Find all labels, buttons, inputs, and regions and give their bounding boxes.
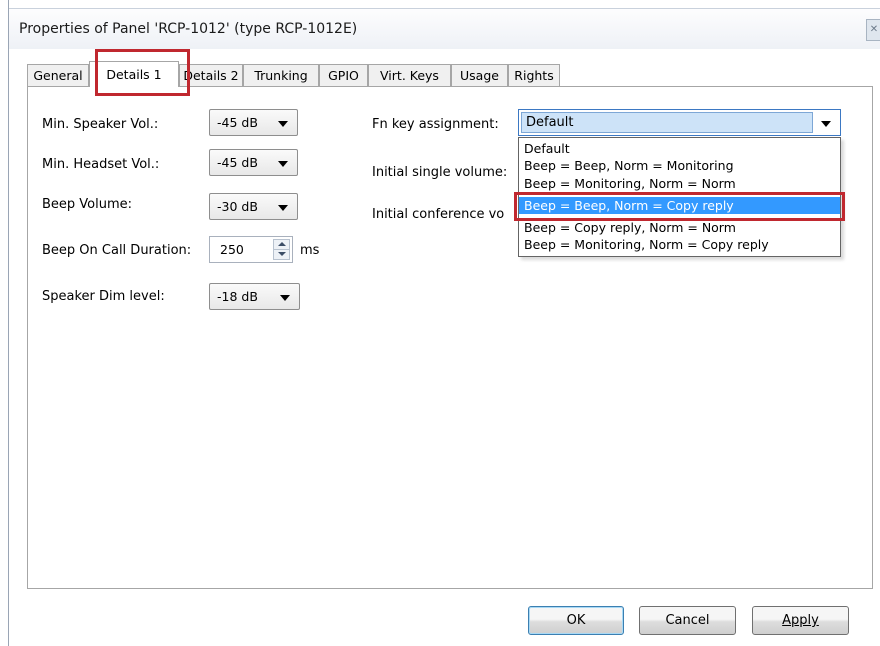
chevron-down-icon (280, 295, 290, 301)
dropdown-option[interactable]: Beep = Copy reply, Norm = Norm (519, 219, 840, 236)
chevron-down-icon (821, 121, 831, 127)
beep-on-call-duration-label: Beep On Call Duration: (42, 243, 192, 258)
fn-key-assignment-select[interactable]: Default (518, 109, 841, 136)
min-headset-vol-label: Min. Headset Vol.: (42, 157, 160, 172)
fn-key-selected-value: Default (521, 112, 813, 133)
cancel-button[interactable]: Cancel (639, 606, 736, 635)
speaker-dim-level-select[interactable]: -18 dB (209, 283, 300, 310)
tab-usage[interactable]: Usage (451, 64, 508, 86)
tab-trunking[interactable]: Trunking (243, 64, 319, 86)
option-annotation-highlight (514, 192, 845, 221)
dropdown-option[interactable]: Beep = Monitoring, Norm = Copy reply (519, 236, 840, 253)
chevron-down-icon (278, 205, 288, 211)
window-title: Properties of Panel 'RCP-1012' (type RCP… (19, 21, 358, 37)
tab-virt-keys[interactable]: Virt. Keys (368, 64, 451, 86)
tab-gpio[interactable]: GPIO (319, 64, 368, 86)
min-speaker-vol-select[interactable]: -45 dB (209, 109, 298, 136)
fn-key-assignment-label: Fn key assignment: (372, 117, 499, 132)
beep-duration-unit: ms (300, 243, 320, 258)
title-bar: Properties of Panel 'RCP-1012' (type RCP… (9, 8, 880, 49)
dropdown-option[interactable]: Beep = Beep, Norm = Monitoring (519, 157, 840, 174)
apply-button[interactable]: Apply (752, 606, 849, 635)
dropdown-option[interactable]: Beep = Monitoring, Norm = Norm (519, 175, 840, 192)
initial-single-volume-label: Initial single volume: (372, 165, 508, 180)
min-speaker-vol-value: -45 dB (217, 115, 258, 130)
beep-volume-label: Beep Volume: (42, 197, 133, 212)
speaker-dim-level-label: Speaker Dim level: (42, 289, 165, 304)
spin-down-button[interactable] (273, 249, 290, 260)
tab-rights[interactable]: Rights (508, 64, 560, 86)
close-icon[interactable]: ✕ (866, 19, 880, 41)
chevron-down-icon (278, 161, 288, 167)
properties-dialog: Properties of Panel 'RCP-1012' (type RCP… (8, 0, 880, 646)
min-headset-vol-select[interactable]: -45 dB (209, 149, 298, 176)
ok-button[interactable]: OK (528, 606, 624, 635)
dropdown-option[interactable]: Default (519, 140, 840, 157)
tab-general[interactable]: General (27, 64, 89, 86)
beep-volume-value: -30 dB (217, 199, 258, 214)
tab-annotation-highlight (95, 49, 190, 96)
min-headset-vol-value: -45 dB (217, 155, 258, 170)
chevron-down-icon (278, 121, 288, 127)
speaker-dim-level-value: -18 dB (217, 289, 258, 304)
beep-volume-select[interactable]: -30 dB (209, 193, 298, 220)
fn-key-value-text: Default (526, 115, 574, 130)
beep-on-call-duration-spinner[interactable]: 250 (209, 236, 293, 263)
arrow-up-icon (278, 242, 286, 246)
arrow-down-icon (278, 252, 286, 256)
initial-conference-volume-label: Initial conference vo (372, 207, 505, 222)
min-speaker-vol-label: Min. Speaker Vol.: (42, 117, 159, 132)
beep-on-call-duration-value: 250 (220, 242, 244, 257)
